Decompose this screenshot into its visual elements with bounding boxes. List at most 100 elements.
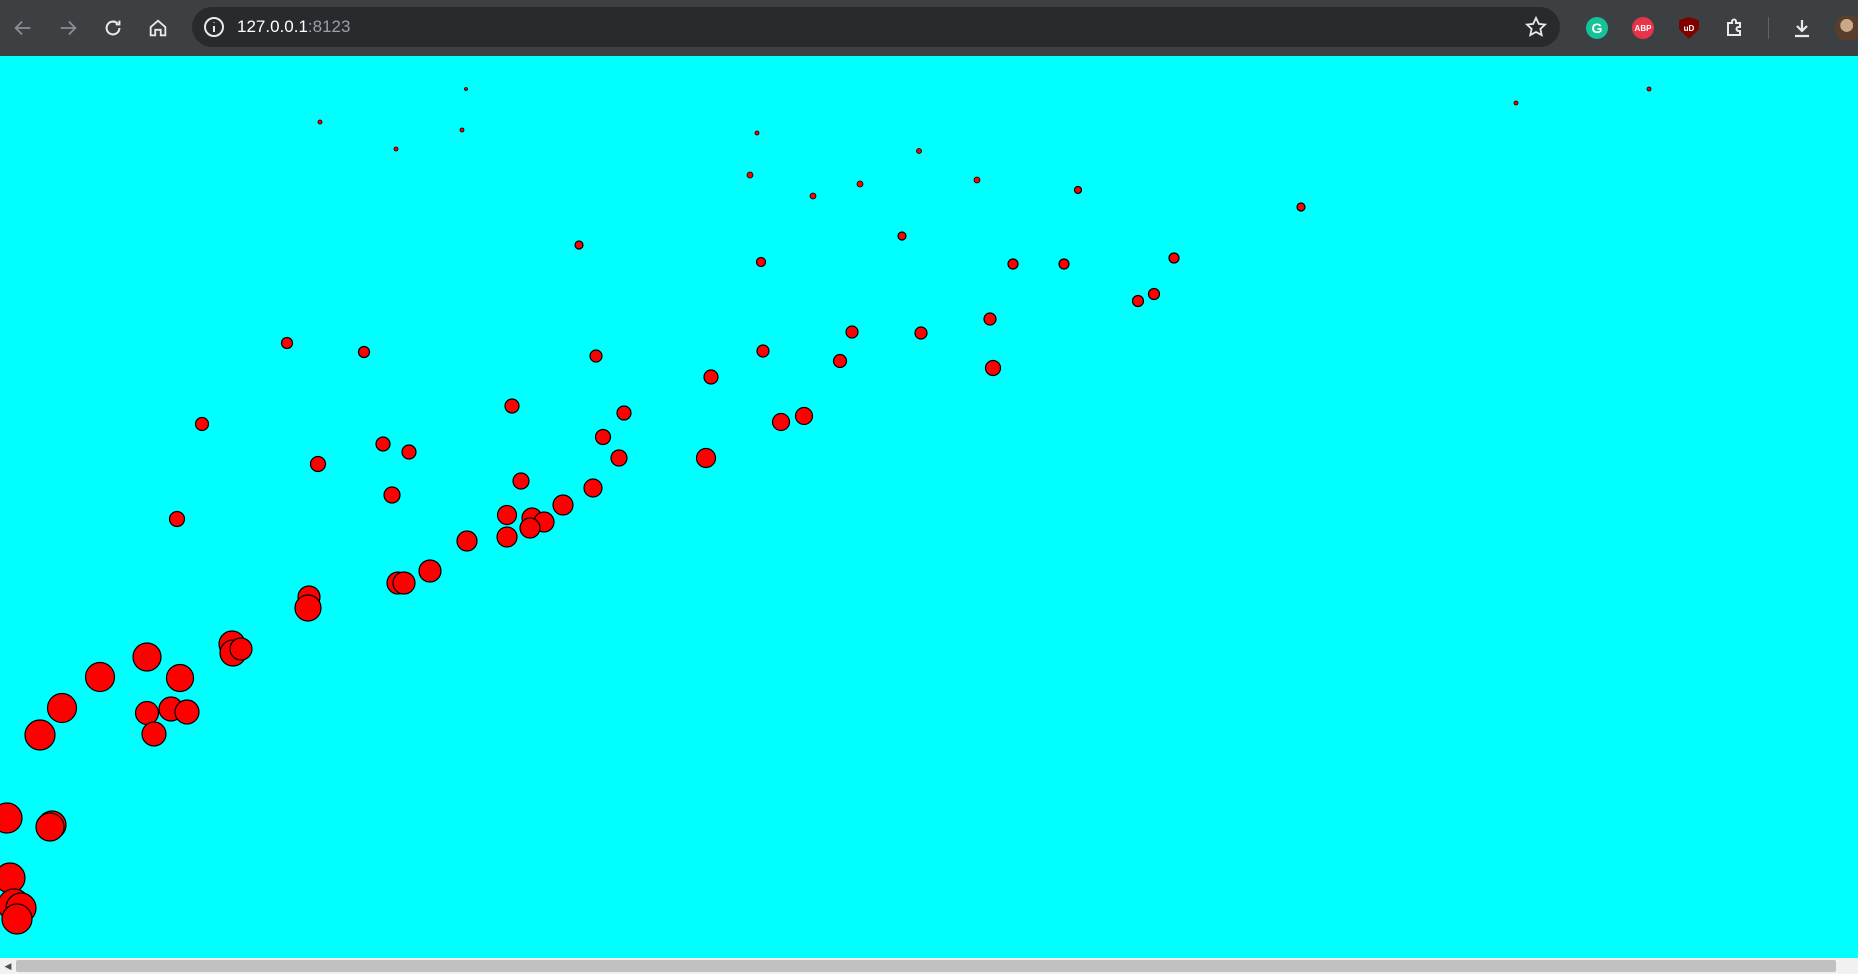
particle [35,812,65,842]
particle [280,336,294,350]
particle [616,405,632,421]
particle [357,345,371,359]
particle [496,526,518,548]
download-icon [1795,20,1809,38]
particle [984,359,1002,377]
particle [375,436,391,452]
home-button[interactable] [138,8,178,48]
particle [309,455,327,473]
back-button[interactable] [3,8,43,48]
particle [24,719,56,751]
particle [589,349,603,363]
particle [1168,252,1180,264]
url-port: :8123 [307,17,351,36]
extensions-button[interactable] [1716,9,1754,47]
adblock-plus-extension[interactable]: ABP [1624,9,1662,47]
forward-button[interactable] [48,8,88,48]
particle [1296,202,1306,212]
particle [1073,185,1083,195]
particle [832,353,848,369]
particle [1646,86,1652,92]
profile-button[interactable] [1829,9,1858,47]
particle [973,176,981,184]
profile-avatar [1835,15,1858,41]
forward-icon [60,20,77,36]
particle [845,325,859,339]
particle [856,180,864,188]
particle [1513,100,1519,106]
particle [46,692,78,724]
reload-button[interactable] [93,8,133,48]
particle [1007,258,1019,270]
grammarly-extension[interactable]: G [1578,9,1616,47]
particle [552,494,574,516]
toolbar-separator [1768,17,1769,39]
url-text[interactable]: 127.0.0.1:8123 [237,17,350,37]
particle [594,428,612,446]
particle [1,903,33,935]
particle [0,802,23,834]
adblock-plus-icon: ABP [1632,17,1654,39]
particle [512,472,530,490]
particle [754,130,760,136]
address-bar[interactable]: 127.0.0.1:8123 [192,7,1560,47]
particle [897,231,907,241]
particle [496,504,518,526]
particle [194,416,210,432]
site-info-icon[interactable] [202,15,226,39]
particle [1147,287,1161,301]
particle [746,171,754,179]
grammarly-icon: G [1586,17,1608,39]
particle [168,510,186,528]
particle [174,699,200,725]
particle [165,663,195,693]
particle-canvas[interactable] [0,56,1858,958]
scroll-left-icon[interactable]: ◀ [0,958,16,974]
particle [809,192,817,200]
particle [418,559,442,583]
particle [916,148,922,154]
particle [84,661,116,693]
extensions-area: G ABP uD [1578,8,1858,48]
particle [132,642,162,672]
particle [294,594,322,622]
particle [695,447,717,469]
particle [1058,258,1070,270]
particle [229,637,253,661]
particle [914,326,928,340]
particle [504,398,520,414]
home-icon [149,19,167,37]
reload-icon [105,20,121,36]
particle [574,240,584,250]
particle [141,721,167,747]
particle [401,444,417,460]
particle [703,369,719,385]
particle [393,146,399,152]
extensions-puzzle-icon [1727,18,1741,36]
particle-svg [0,86,1652,935]
horizontal-scrollbar[interactable]: ◀ [0,958,1858,974]
particle [464,87,468,91]
particle [317,119,323,125]
particle [771,412,791,432]
particle [756,344,770,358]
particle [519,517,541,539]
back-icon [14,20,31,36]
ublock-origin-extension[interactable]: uD [1670,9,1708,47]
particle [983,312,997,326]
bookmark-star-icon[interactable] [1524,15,1548,39]
particle [456,530,478,552]
particle [383,486,401,504]
browser-toolbar: 127.0.0.1:8123 G ABP uD [0,0,1858,56]
particle [459,127,465,133]
downloads-button[interactable] [1783,9,1821,47]
particle [610,449,628,467]
particle [755,256,767,268]
ublock-origin-icon: uD [1679,17,1699,39]
scrollbar-thumb[interactable] [16,960,1836,972]
particle [794,406,814,426]
particle [392,571,416,595]
url-host: 127.0.0.1 [237,17,308,36]
particle [1131,294,1145,308]
particle [583,478,603,498]
